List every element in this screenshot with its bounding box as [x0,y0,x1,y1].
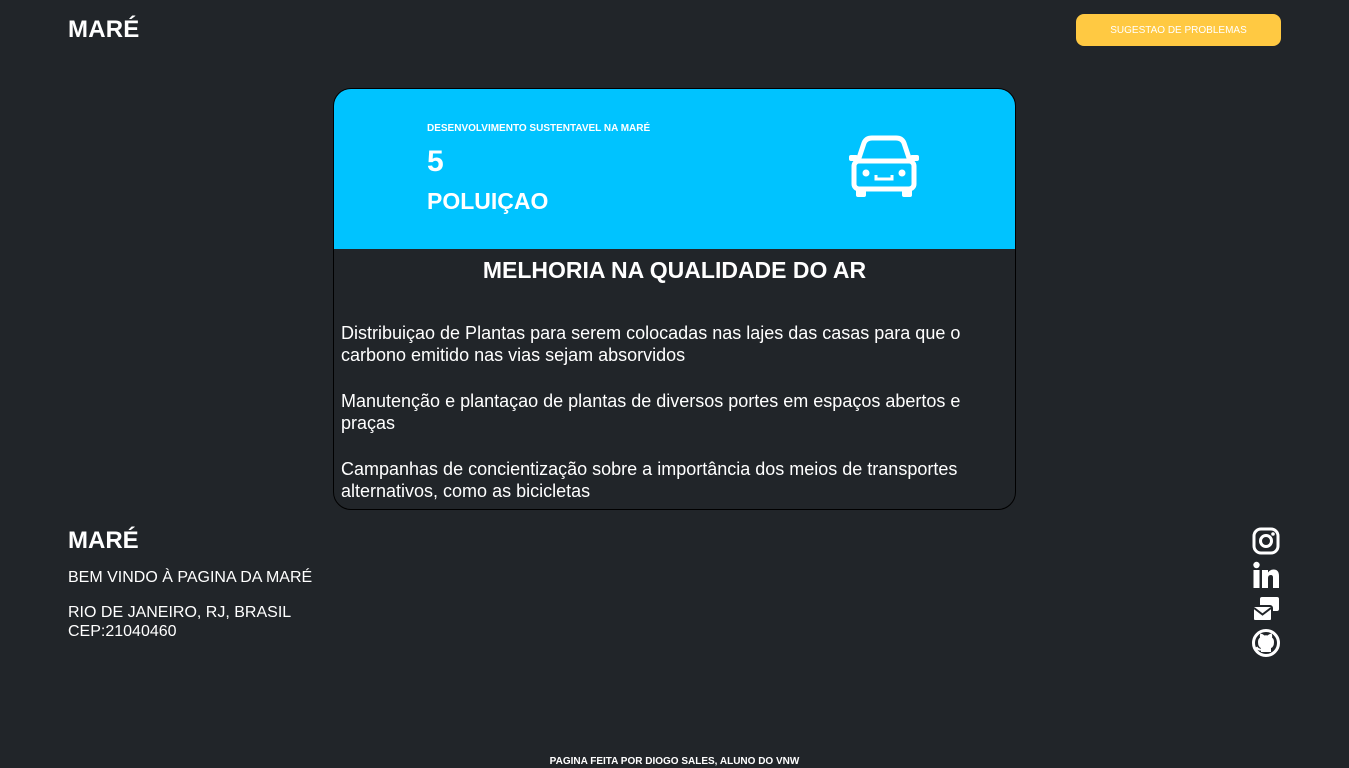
footer-welcome: BEM VINDO À PAGINA DA MARÉ [68,569,313,586]
card-number: 5 [427,145,444,178]
address-line: RIO DE JANEIRO, RJ, BRASIL [68,604,292,621]
card-title: POLUIÇAO [427,188,549,214]
list-item: Distribuiçao de Plantas para serem coloc… [341,323,961,365]
car-icon [848,135,920,199]
linkedin-icon[interactable] [1251,560,1281,590]
footer-brand: MARÉ [68,527,139,554]
list-item: Campanhas de concientização sobre a impo… [341,459,958,501]
social-links [1251,526,1281,662]
mail-icon[interactable] [1251,594,1281,624]
card-header: DESENVOLVIMENTO SUSTENTAVEL NA MARÉ 5 PO… [334,89,1015,249]
instagram-icon[interactable] [1251,526,1281,556]
list-item: Manutenção e plantaçao de plantas de div… [341,391,961,433]
card-heading: MELHORIA NA QUALIDADE DO AR [482,257,867,283]
github-icon[interactable] [1251,628,1281,658]
page: MARÉ SUGESTAO DE PROBLEMAS DESENVOLVIMEN… [0,0,1349,768]
footer-credit: PAGINA FEITA POR DIOGO SALES, ALUNO DO V… [549,756,800,767]
footer-address: RIO DE JANEIRO, RJ, BRASIL CEP:21040460 [68,603,291,641]
info-card: DESENVOLVIMENTO SUSTENTAVEL NA MARÉ 5 PO… [333,88,1016,510]
card-subtitle: DESENVOLVIMENTO SUSTENTAVEL NA MARÉ [427,123,651,134]
header-brand[interactable]: MARÉ [68,16,139,44]
postal-code: CEP:21040460 [68,623,177,640]
suggest-problems-button[interactable]: SUGESTAO DE PROBLEMAS [1076,14,1281,46]
card-list: Distribuiçao de Plantas para serem coloc… [341,322,1009,509]
